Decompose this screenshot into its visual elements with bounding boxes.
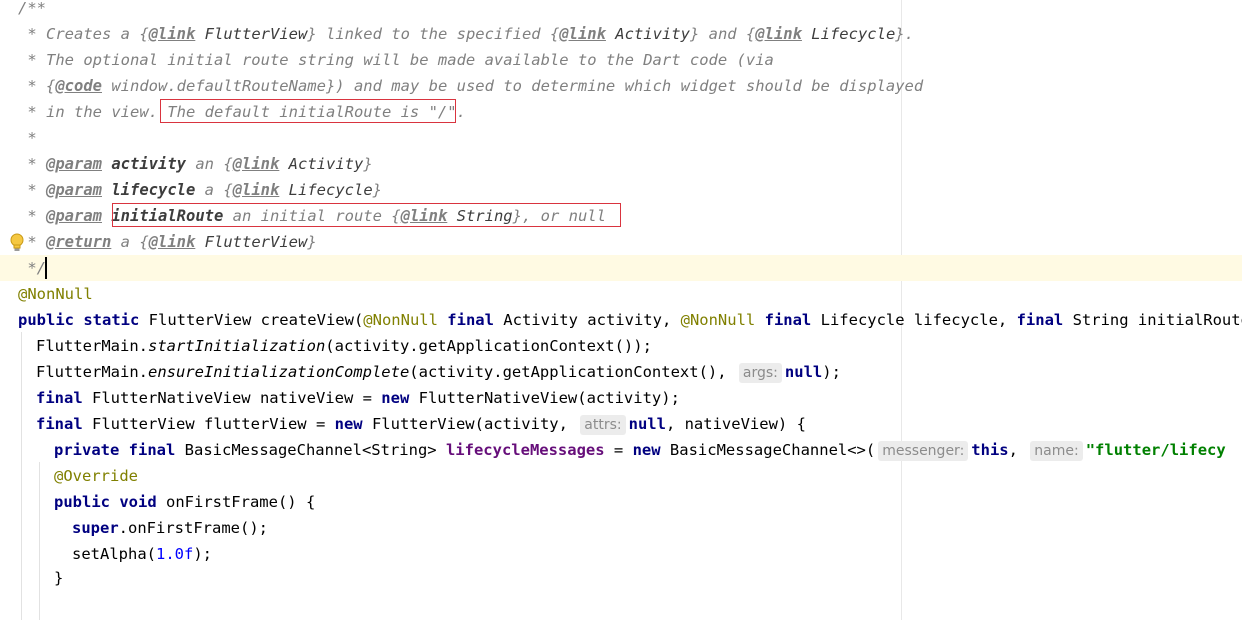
code-line-text: * The optional initial route string will… (18, 51, 774, 69)
code-line-text: } (54, 569, 64, 587)
code-line[interactable]: * Creates a {@link FlutterView} linked t… (0, 21, 1242, 47)
highlight-box-default-route (160, 99, 456, 123)
parameter-hint-attrs: attrs: (580, 415, 626, 435)
code-line-text: * (18, 129, 37, 147)
code-line-text: * @param activity an {@link Activity} (18, 155, 373, 173)
code-line-text: FlutterMain.startInitialization(activity… (36, 337, 652, 355)
code-line[interactable]: final FlutterNativeView nativeView = new… (0, 385, 1242, 411)
code-line-text: setAlpha(1.0f); (72, 545, 212, 563)
parameter-hint-args: args: (738, 363, 782, 383)
code-line[interactable]: @Override (0, 463, 1242, 489)
code-line[interactable]: final FlutterView flutterView = new Flut… (0, 411, 1242, 437)
code-line-text: super.onFirstFrame(); (72, 519, 268, 537)
code-line[interactable]: setAlpha(1.0f); (0, 541, 1242, 567)
code-line[interactable]: FlutterMain.startInitialization(activity… (0, 333, 1242, 359)
code-line-text: /** (18, 0, 46, 17)
highlight-box-initial-route-param (112, 203, 621, 227)
code-editor[interactable]: /** * Creates a {@link FlutterView} link… (0, 0, 1242, 620)
code-line-text: */ (18, 259, 46, 277)
code-line[interactable]: public void onFirstFrame() { (0, 489, 1242, 515)
code-line-text: FlutterMain.ensureInitializationComplete… (36, 363, 841, 383)
code-line-text: * @return a {@link FlutterView} (18, 233, 317, 251)
code-line-text: public static FlutterView createView(@No… (18, 311, 1242, 329)
code-line[interactable]: public static FlutterView createView(@No… (0, 307, 1242, 333)
code-line-text: @Override (54, 467, 138, 485)
code-line-text: @NonNull (18, 285, 93, 303)
code-line-text: final FlutterNativeView nativeView = new… (36, 389, 680, 407)
code-line[interactable]: @NonNull (0, 281, 1242, 307)
code-line[interactable]: * {@code window.defaultRouteName}) and m… (0, 73, 1242, 99)
code-line[interactable]: * (0, 125, 1242, 151)
code-line-text: * {@code window.defaultRouteName}) and m… (18, 77, 924, 95)
code-line-current[interactable]: */ (0, 255, 1242, 281)
code-line[interactable]: FlutterMain.ensureInitializationComplete… (0, 359, 1242, 385)
code-line-text: * @param lifecycle a {@link Lifecycle} (18, 181, 382, 199)
code-line[interactable]: } (0, 565, 1242, 591)
text-caret (45, 257, 47, 279)
code-line-text: private final BasicMessageChannel<String… (54, 441, 1226, 461)
code-line[interactable]: * The optional initial route string will… (0, 47, 1242, 73)
code-line-text: * Creates a {@link FlutterView} linked t… (18, 25, 914, 43)
code-line[interactable]: /** (0, 0, 1242, 21)
parameter-hint-messenger: messenger: (878, 441, 969, 461)
code-line-text: public void onFirstFrame() { (54, 493, 316, 511)
code-line[interactable]: private final BasicMessageChannel<String… (0, 437, 1242, 463)
code-line-text: final FlutterView flutterView = new Flut… (36, 415, 806, 435)
lightbulb-icon[interactable] (9, 233, 25, 253)
code-line[interactable]: super.onFirstFrame(); (0, 515, 1242, 541)
code-line[interactable]: * @param activity an {@link Activity} (0, 151, 1242, 177)
parameter-hint-name: name: (1030, 441, 1083, 461)
code-line[interactable]: * @param lifecycle a {@link Lifecycle} (0, 177, 1242, 203)
code-line[interactable]: * @return a {@link FlutterView} (0, 229, 1242, 255)
